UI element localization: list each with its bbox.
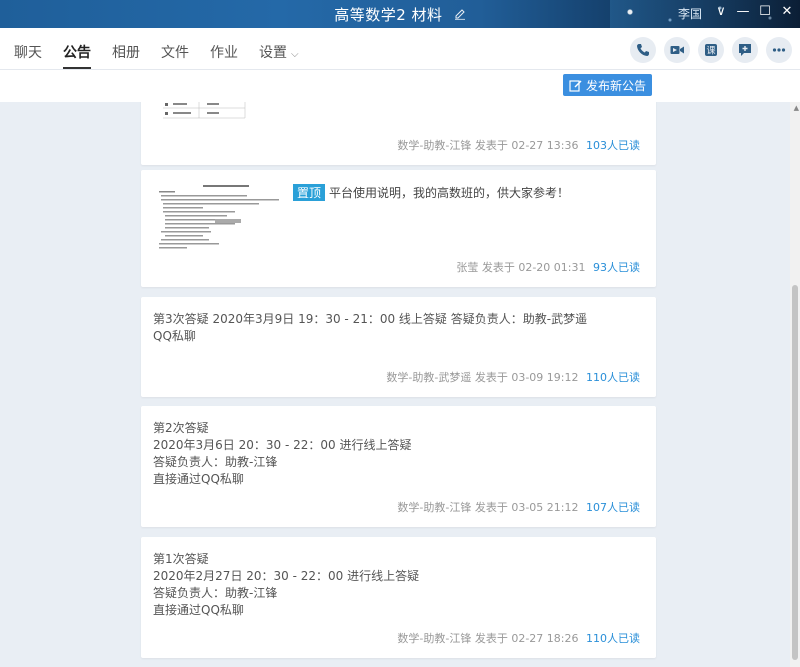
timestamp: 发表于 02-27 13:36 xyxy=(474,139,579,152)
scroll-up-icon[interactable]: ▲ xyxy=(794,104,799,112)
author: 张莹 xyxy=(456,261,479,274)
window-controls: ∨ — ☐ ✕ xyxy=(714,4,794,19)
tabs: 聊天 公告 相册 文件 作业 设置 ⌵ xyxy=(14,42,320,69)
timestamp: 发表于 03-09 19:12 xyxy=(474,371,579,384)
more-button[interactable] xyxy=(766,37,792,63)
read-count[interactable]: 110人已读 xyxy=(586,371,640,384)
read-count[interactable]: 103人已读 xyxy=(586,139,640,152)
pinned-badge: 置顶 xyxy=(293,184,326,201)
announcement-meta: 数学-助教-江锋 发表于 02-27 13:36 103人已读 xyxy=(397,137,640,153)
tab-settings-label: 设置 xyxy=(259,45,287,61)
author: 数学-助教-江锋 xyxy=(397,139,472,152)
tab-bar: 聊天 公告 相册 文件 作业 设置 ⌵ 课 xyxy=(0,28,800,70)
tab-settings[interactable]: 设置 ⌵ xyxy=(259,42,299,68)
tab-homework[interactable]: 作业 xyxy=(210,42,238,68)
read-count[interactable]: 107人已读 xyxy=(586,501,640,514)
announcement-card[interactable]: 数学-助教-江锋 发表于 02-27 13:36 103人已读 xyxy=(141,102,656,165)
maximize-icon[interactable]: ☐ xyxy=(758,4,772,19)
add-comment-icon xyxy=(739,44,751,56)
author: 数学-助教-江锋 xyxy=(397,501,472,514)
document-thumbnail[interactable] xyxy=(159,102,249,124)
dropdown-icon[interactable]: ∨ xyxy=(714,4,728,19)
announcement-list[interactable]: 数学-助教-江锋 发表于 02-27 13:36 103人已读 置顶 平台使用说… xyxy=(0,102,790,667)
publish-bar: 发布新公告 xyxy=(0,70,800,102)
svg-text:课: 课 xyxy=(706,46,715,57)
video-button[interactable] xyxy=(664,37,690,63)
phone-icon xyxy=(637,44,649,56)
publish-label: 发布新公告 xyxy=(585,78,646,93)
announcement-meta: 数学-助教-武梦遥 发表于 03-09 19:12 110人已读 xyxy=(386,369,640,385)
body-line: 第2次答疑 xyxy=(153,421,209,435)
announcement-meta: 数学-助教-江锋 发表于 02-27 18:26 110人已读 xyxy=(397,630,640,646)
announcement-meta: 张莹 发表于 02-20 01:31 93人已读 xyxy=(456,259,640,275)
close-icon[interactable]: ✕ xyxy=(780,4,794,19)
announcement-card[interactable]: 第2次答疑 2020年3月6日 20：30 - 22：00 进行线上答疑 答疑负… xyxy=(141,406,656,527)
more-icon xyxy=(772,48,786,52)
tab-files[interactable]: 文件 xyxy=(161,42,189,68)
body-line: 答疑负责人：助教-江锋 xyxy=(153,586,278,600)
phone-button[interactable] xyxy=(630,37,656,63)
document-thumbnail[interactable] xyxy=(155,182,283,254)
edit-icon[interactable] xyxy=(454,8,466,24)
title-bar: 高等数学2 材料 李国 ∨ — ☐ ✕ xyxy=(0,0,800,28)
author: 数学-助教-江锋 xyxy=(397,632,472,645)
body-line: 2020年3月6日 20：30 - 22：00 进行线上答疑 xyxy=(153,438,412,452)
announcement-body: 第3次答疑 2020年3月9日 19：30 - 21：00 线上答疑 答疑负责人… xyxy=(153,311,633,345)
announcement-card-pinned[interactable]: 置顶 平台使用说明，我的高数班的，供大家参考！ 张莹 发表于 02-20 01:3… xyxy=(141,170,656,287)
timestamp: 发表于 02-20 01:31 xyxy=(481,261,586,274)
announcement-body: 第2次答疑 2020年3月6日 20：30 - 22：00 进行线上答疑 答疑负… xyxy=(153,420,633,488)
compose-icon xyxy=(569,79,582,92)
announcement-card[interactable]: 第3次答疑 2020年3月9日 19：30 - 21：00 线上答疑 答疑负责人… xyxy=(141,297,656,397)
tab-announcements[interactable]: 公告 xyxy=(63,42,91,69)
announcement-body: 第1次答疑 2020年2月27日 20：30 - 22：00 进行线上答疑 答疑… xyxy=(153,551,633,619)
minimize-icon[interactable]: — xyxy=(736,4,750,19)
scrollbar-thumb[interactable] xyxy=(792,285,798,660)
video-icon xyxy=(670,46,684,54)
publish-announcement-button[interactable]: 发布新公告 xyxy=(562,74,652,96)
author: 数学-助教-武梦遥 xyxy=(386,371,472,384)
timestamp: 发表于 02-27 18:26 xyxy=(474,632,579,645)
read-count[interactable]: 93人已读 xyxy=(593,261,640,274)
add-comment-button[interactable] xyxy=(732,37,758,63)
timestamp: 发表于 03-05 21:12 xyxy=(474,501,579,514)
body-line: 直接通过QQ私聊 xyxy=(153,472,244,486)
course-icon: 课 xyxy=(705,44,717,57)
toolbar-actions: 课 xyxy=(630,37,792,63)
tab-album[interactable]: 相册 xyxy=(112,42,140,68)
body-line: 2020年2月27日 20：30 - 22：00 进行线上答疑 xyxy=(153,569,420,583)
body-line: 直接通过QQ私聊 xyxy=(153,603,244,617)
tab-chat[interactable]: 聊天 xyxy=(14,42,42,68)
user-name[interactable]: 李国 xyxy=(678,5,702,22)
announcement-card[interactable]: 第1次答疑 2020年2月27日 20：30 - 22：00 进行线上答疑 答疑… xyxy=(141,537,656,658)
body-line: 第1次答疑 xyxy=(153,552,209,566)
course-button[interactable]: 课 xyxy=(698,37,724,63)
read-count[interactable]: 110人已读 xyxy=(586,632,640,645)
body-line: 答疑负责人：助教-江锋 xyxy=(153,455,278,469)
group-name: 高等数学2 材料 xyxy=(334,6,443,24)
chevron-down-icon: ⌵ xyxy=(291,49,299,60)
announcement-meta: 数学-助教-江锋 发表于 03-05 21:12 107人已读 xyxy=(397,499,640,515)
announcement-title: 置顶 平台使用说明，我的高数班的，供大家参考！ xyxy=(293,184,569,201)
body-line: 第3次答疑 2020年3月9日 19：30 - 21：00 线上答疑 答疑负责人… xyxy=(153,312,588,326)
body-line: QQ私聊 xyxy=(153,329,196,343)
announcement-text: 平台使用说明，我的高数班的，供大家参考！ xyxy=(329,186,570,200)
